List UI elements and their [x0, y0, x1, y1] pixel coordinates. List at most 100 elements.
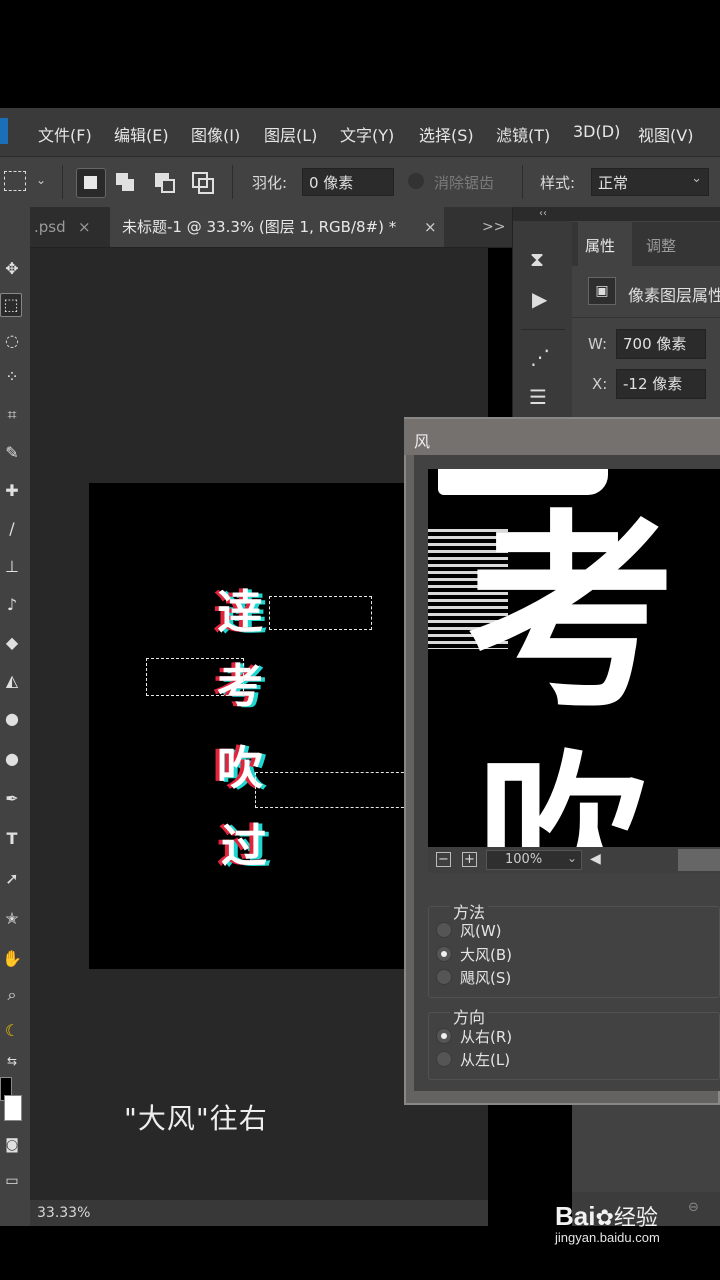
zoom-level[interactable]: 33.33%	[37, 1205, 90, 1221]
style-select[interactable]: 正常 ⌄	[591, 168, 709, 196]
add-selection-button[interactable]	[112, 168, 140, 196]
pixel-layer-icon: ▣	[588, 277, 616, 305]
adjustments-sliders-icon[interactable]: ☰	[529, 385, 547, 409]
swap-colors-icon[interactable]: ⇆	[0, 1049, 24, 1073]
new-selection-button[interactable]	[76, 168, 106, 198]
zoom-select-value: 100%	[505, 852, 543, 867]
divider	[232, 165, 233, 199]
pen-tool-icon[interactable]: ✒	[0, 787, 24, 811]
menu-filter[interactable]: 滤镜(T)	[496, 122, 550, 146]
shape-tool-icon[interactable]: ✭	[0, 907, 24, 931]
close-icon[interactable]: ×	[78, 207, 91, 247]
selection-marquee[interactable]	[146, 658, 244, 696]
chevron-down-icon: ⌄	[566, 851, 577, 865]
radio-from-left[interactable]: 从左(L)	[436, 1049, 510, 1070]
radio-label: 风(W)	[460, 922, 502, 940]
background-color-swatch[interactable]	[4, 1095, 22, 1121]
crop-tool-icon[interactable]: ⌗	[0, 403, 24, 427]
zoom-select[interactable]: 100% ⌄	[486, 850, 582, 870]
link-icon[interactable]: ⊖	[688, 1200, 699, 1215]
menu-view[interactable]: 视图(V)	[638, 122, 693, 146]
radio-button[interactable]	[436, 922, 452, 938]
quick-select-tool-icon[interactable]: ⁘	[0, 365, 24, 389]
caption-text: "大风"往右	[124, 1102, 268, 1135]
filter-preview[interactable]: 考 吹	[428, 469, 720, 847]
radio-label: 从右(R)	[460, 1028, 513, 1046]
healing-brush-tool-icon[interactable]: ✚	[0, 479, 24, 503]
zoom-out-button[interactable]: −	[436, 852, 451, 867]
menu-file[interactable]: 文件(F)	[38, 122, 92, 146]
x-input[interactable]: -12 像素	[616, 369, 706, 399]
lasso-tool-icon[interactable]: ◌	[0, 329, 24, 353]
menu-select[interactable]: 选择(S)	[419, 122, 474, 146]
chevron-down-icon[interactable]: ⌄	[36, 173, 46, 187]
menu-3d[interactable]: 3D(D)	[573, 122, 620, 141]
selection-marquee[interactable]	[255, 772, 419, 808]
radio-label: 大风(B)	[460, 946, 512, 964]
dialog-title-bar[interactable]: 风	[404, 419, 720, 455]
type-tool-icon[interactable]: T	[0, 827, 24, 851]
tab-active-document[interactable]: 未标题-1 @ 33.3% (图层 1, RGB/8#) * ×	[110, 207, 444, 247]
preview-glyph: 考	[466, 490, 677, 737]
subtract-selection-button[interactable]	[150, 168, 178, 196]
tab-previous-document[interactable]: .psd ×	[30, 207, 112, 247]
menu-edit[interactable]: 编辑(E)	[114, 122, 169, 146]
eraser-tool-icon[interactable]: ◆	[0, 631, 24, 655]
radio-wind[interactable]: 风(W)	[436, 920, 502, 941]
tab-properties[interactable]: 属性	[578, 222, 632, 266]
radio-label: 飓风(S)	[460, 969, 512, 987]
tab-label: 属性	[585, 237, 616, 255]
radio-button[interactable]	[436, 1028, 452, 1044]
collapse-icon[interactable]: ‹‹	[513, 207, 573, 221]
tab-overflow-icon[interactable]: >>	[482, 207, 505, 247]
path-select-tool-icon[interactable]: ➚	[0, 867, 24, 891]
clone-stamp-tool-icon[interactable]: ⊥	[0, 555, 24, 579]
intersect-selection-button[interactable]	[188, 168, 216, 196]
close-icon[interactable]: ×	[424, 207, 437, 247]
style-label: 样式:	[540, 174, 576, 192]
tab-adjustments[interactable]: 调整	[646, 235, 676, 256]
rect-marquee-tool-icon[interactable]: ⬚	[0, 293, 22, 317]
feather-input[interactable]: 0 像素	[302, 168, 394, 196]
history-brush-tool-icon[interactable]: ♪	[0, 593, 24, 617]
brush-tool-icon[interactable]: /	[0, 517, 24, 541]
hand-tool-icon[interactable]: ✋	[0, 947, 24, 971]
layer-type-label: 像素图层属性	[628, 286, 720, 305]
quick-mask-icon[interactable]: ◙	[0, 1133, 24, 1157]
tab-label: 未标题-1 @ 33.3% (图层 1, RGB/8#) *	[122, 218, 397, 236]
radio-blast[interactable]: 大风(B)	[436, 944, 512, 965]
blur-tool-icon[interactable]: ●	[0, 707, 24, 731]
radio-button[interactable]	[436, 1051, 452, 1067]
eyedropper-tool-icon[interactable]: ✎	[0, 441, 24, 465]
style-select-value: 正常	[598, 174, 629, 192]
divider	[572, 317, 720, 318]
divider	[522, 165, 523, 199]
selection-marquee[interactable]	[269, 596, 372, 630]
options-bar: ⌄ 羽化: 0 像素 消除锯齿 样式: 正常 ⌄	[0, 157, 720, 208]
actions-play-icon[interactable]: ▶	[532, 287, 547, 311]
watermark-brand: Bai	[555, 1201, 596, 1231]
brush-presets-icon[interactable]: ⋰	[530, 345, 550, 369]
menu-image[interactable]: 图像(I)	[191, 122, 240, 146]
radio-from-right[interactable]: 从右(R)	[436, 1026, 512, 1047]
radio-stagger[interactable]: 飓风(S)	[436, 967, 511, 988]
width-input[interactable]: 700 像素	[616, 329, 706, 359]
zoom-in-button[interactable]: +	[462, 852, 477, 867]
marquee-preset-icon[interactable]	[4, 171, 26, 191]
menu-type[interactable]: 文字(Y)	[340, 122, 394, 146]
radio-button[interactable]	[436, 969, 452, 985]
radio-button[interactable]	[436, 946, 452, 962]
dodge-tool-icon[interactable]: ●	[0, 747, 24, 771]
antialias-checkbox[interactable]	[408, 173, 424, 189]
history-panel-icon[interactable]: ⧗	[530, 247, 544, 271]
gradient-tool-icon[interactable]: ◭	[0, 669, 24, 693]
menu-layer[interactable]: 图层(L)	[264, 122, 317, 146]
screen-mode-icon[interactable]: ▭	[0, 1169, 24, 1193]
document-canvas[interactable]: 逹 考 吹 过	[89, 483, 419, 969]
preview-glyph: 吹	[478, 734, 649, 847]
document-tab-bar: .psd × 未标题-1 @ 33.3% (图层 1, RGB/8#) * × …	[30, 207, 512, 248]
zoom-tool-icon[interactable]: ⌕	[0, 983, 24, 1007]
move-tool-icon[interactable]: ✥	[0, 257, 24, 281]
scroll-left-icon[interactable]: ◀	[590, 851, 601, 867]
scrollbar-thumb[interactable]	[678, 849, 720, 871]
